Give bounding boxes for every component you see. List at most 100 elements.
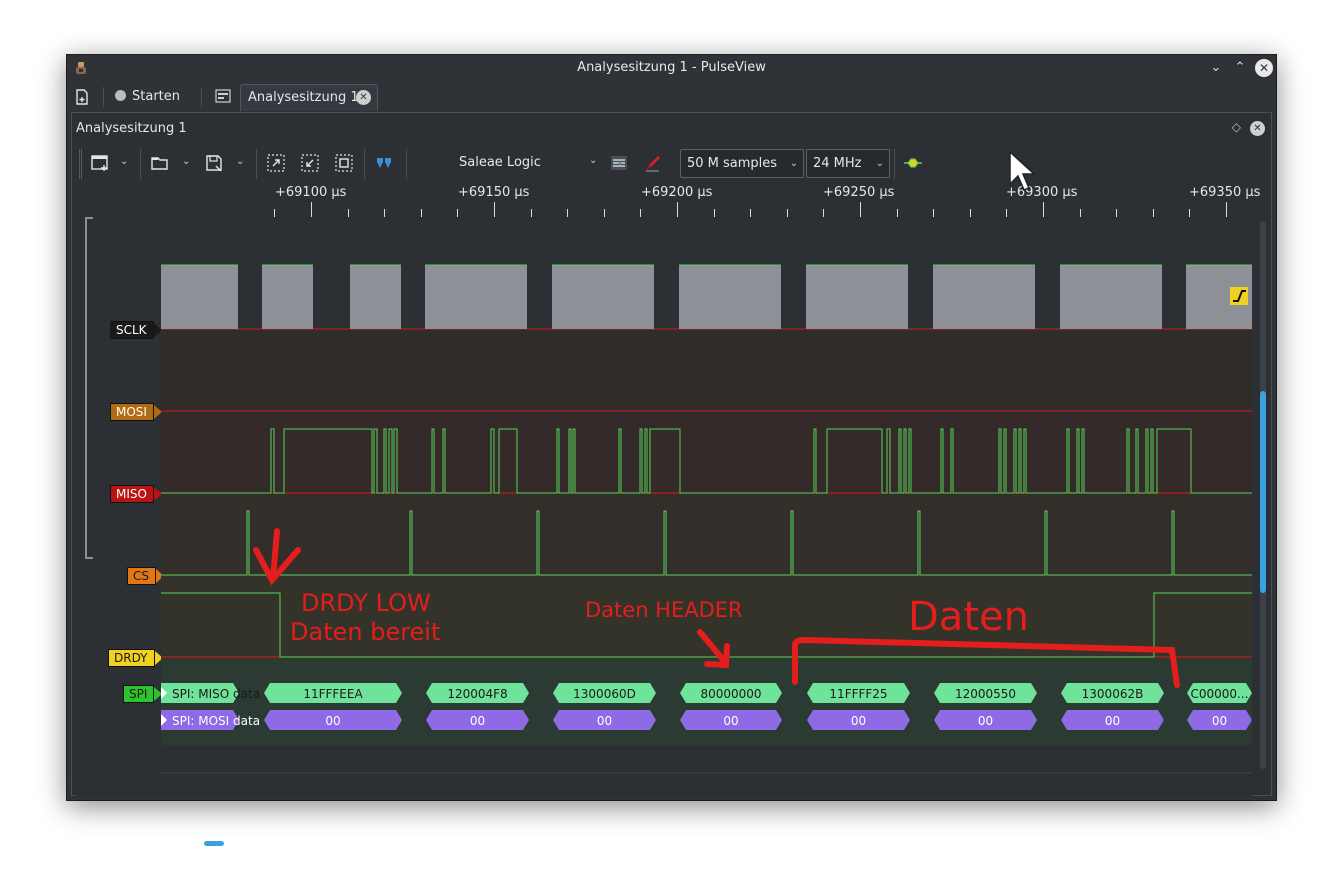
miso-row-bg	[161, 411, 1252, 493]
sclk-burst	[552, 265, 654, 329]
annotation-drdy-low: DRDY LOW	[301, 589, 431, 617]
ruler-label: +69150 µs	[458, 185, 530, 200]
miso-decoded-value: 1300062B	[1082, 687, 1144, 701]
sample-rate-value: 24 MHz	[813, 156, 862, 171]
main-toolbar: ⌄ ⌄ ⌄ Saleae Logic ⌄ 50 M samples ⌄ 24 M…	[76, 145, 1266, 181]
sclk-burst	[262, 265, 313, 329]
channel-label-mosi[interactable]: MOSI	[110, 403, 162, 421]
vertical-scrollbar-thumb[interactable]	[1260, 391, 1266, 593]
ruler-label: +69200 µs	[641, 185, 713, 200]
status-dot-icon	[115, 90, 126, 101]
time-ruler[interactable]: +69100 µs +69150 µs +69200 µs +69250 µs +693…	[162, 181, 1260, 217]
probe-config-icon[interactable]	[643, 153, 663, 173]
mosi-row-bg	[161, 329, 1252, 411]
ruler-label: +69250 µs	[823, 185, 895, 200]
mosi-decoded-value: 00	[1212, 714, 1227, 728]
toolbar-separator	[364, 149, 365, 179]
mosi-row-label: SPI: MOSI data	[172, 714, 260, 728]
tab-starten-label: Starten	[132, 89, 180, 104]
tab-analysesitzung[interactable]: Analysesitzung 1 ✕	[240, 84, 378, 111]
miso-decoded-value: 120004F8	[447, 687, 507, 701]
title-bar[interactable]: Analysesitzung 1 - PulseView ⌄ ⌃ ✕	[67, 55, 1276, 81]
tab-analysesitzung-label: Analysesitzung 1	[248, 90, 359, 105]
ruler-tick	[1226, 202, 1227, 217]
cursor-markers-icon[interactable]	[374, 153, 394, 173]
session-title: Analysesitzung 1	[76, 121, 187, 136]
minimize-icon[interactable]: ⌄	[1207, 59, 1225, 77]
annotation-daten-bereit: Daten bereit	[290, 618, 441, 646]
sample-count-select[interactable]: 50 M samples ⌄	[680, 149, 804, 178]
session-view-icon	[215, 89, 231, 103]
close-window-icon[interactable]: ✕	[1255, 59, 1273, 77]
save-dropdown-icon[interactable]: ⌄	[236, 155, 248, 169]
trigger-edge-icon[interactable]	[1230, 287, 1248, 305]
horizontal-scrollbar-thumb[interactable]	[204, 841, 224, 846]
ruler-tick	[714, 209, 715, 217]
ruler-tick	[823, 209, 824, 217]
ruler-tick	[640, 209, 641, 217]
annotation-daten: Daten	[908, 594, 1029, 640]
pulseview-window: Analysesitzung 1 - PulseView ⌄ ⌃ ✕ Start…	[66, 54, 1277, 846]
close-tab-icon[interactable]: ✕	[356, 90, 371, 105]
miso-row-label: SPI: MISO data	[172, 687, 260, 701]
mosi-decoded-value: 00	[1105, 714, 1120, 728]
ruler-label: +69100 µs	[275, 185, 347, 200]
miso-decoded-value: 11FFFEEA	[303, 687, 363, 701]
sclk-burst	[1060, 265, 1162, 329]
new-view-icon[interactable]	[90, 153, 110, 173]
channel-group-bracket	[85, 217, 93, 559]
trace-view[interactable]: SPI: MISO data SPI: MOSI data 11FFFEEA 12…	[161, 217, 1252, 797]
empty-row-bg	[161, 745, 1252, 797]
zoom-in-icon[interactable]	[266, 153, 286, 173]
miso-decoded-value: 1300060D	[573, 687, 636, 701]
mosi-decoded-value: 00	[851, 714, 866, 728]
sample-rate-select[interactable]: 24 MHz ⌄	[806, 149, 890, 178]
channel-label-cs[interactable]: CS	[127, 567, 164, 585]
zoom-out-icon[interactable]	[300, 153, 320, 173]
tab-separator	[103, 87, 104, 107]
open-dropdown-icon[interactable]: ⌄	[182, 155, 194, 169]
miso-decoded-value: 80000000	[700, 687, 761, 701]
decoder-label-spi[interactable]: SPI	[123, 685, 163, 703]
ruler-tick	[348, 209, 349, 217]
ruler-tick	[897, 209, 898, 217]
sclk-burst	[350, 265, 401, 329]
new-session-icon[interactable]	[74, 89, 90, 105]
ruler-tick	[421, 209, 422, 217]
miso-decoded-value: C00000...	[1191, 687, 1249, 701]
maximize-icon[interactable]: ⌃	[1231, 59, 1249, 77]
device-dropdown-icon[interactable]: ⌄	[589, 155, 597, 166]
ruler-tick	[1116, 209, 1117, 217]
device-config-icon[interactable]	[609, 153, 629, 173]
new-view-dropdown-icon[interactable]: ⌄	[120, 155, 132, 169]
float-panel-icon[interactable]: ◇	[1232, 120, 1241, 134]
cs-row-bg	[161, 493, 1252, 575]
mosi-decoded-value: 00	[597, 714, 612, 728]
ruler-tick	[970, 209, 971, 217]
ruler-tick	[1189, 209, 1190, 217]
toolbar-grip[interactable]	[79, 149, 82, 179]
sclk-burst	[161, 265, 238, 329]
channel-label-miso[interactable]: MISO	[110, 485, 162, 503]
channel-label-drdy[interactable]: DRDY	[108, 649, 162, 667]
ruler-tick	[750, 209, 751, 217]
device-selector[interactable]: Saleae Logic	[459, 155, 541, 170]
close-session-icon[interactable]: ✕	[1250, 121, 1265, 136]
ruler-tick	[274, 209, 275, 217]
ruler-tick	[604, 209, 605, 217]
ruler-tick	[787, 209, 788, 217]
open-folder-icon[interactable]	[150, 153, 170, 173]
sclk-burst	[679, 265, 781, 329]
annotation-daten-header: Daten HEADER	[585, 598, 743, 622]
ruler-tick	[860, 202, 861, 217]
ruler-tick	[457, 209, 458, 217]
save-icon[interactable]	[204, 153, 224, 173]
mosi-decoded-value: 00	[325, 714, 340, 728]
trace-canvas[interactable]: SPI: MISO data SPI: MOSI data 11FFFEEA 12…	[161, 217, 1252, 797]
channel-label-sclk[interactable]: SCLK	[110, 321, 162, 339]
zoom-fit-icon[interactable]	[334, 153, 354, 173]
miso-decoded-value: 12000550	[955, 687, 1016, 701]
session-panel: Analysesitzung 1 ◇ ✕ ⌄ ⌄ ⌄ Saleae Logic …	[71, 112, 1272, 846]
add-decoder-icon[interactable]	[903, 153, 923, 173]
tab-starten[interactable]: Starten	[115, 84, 180, 111]
